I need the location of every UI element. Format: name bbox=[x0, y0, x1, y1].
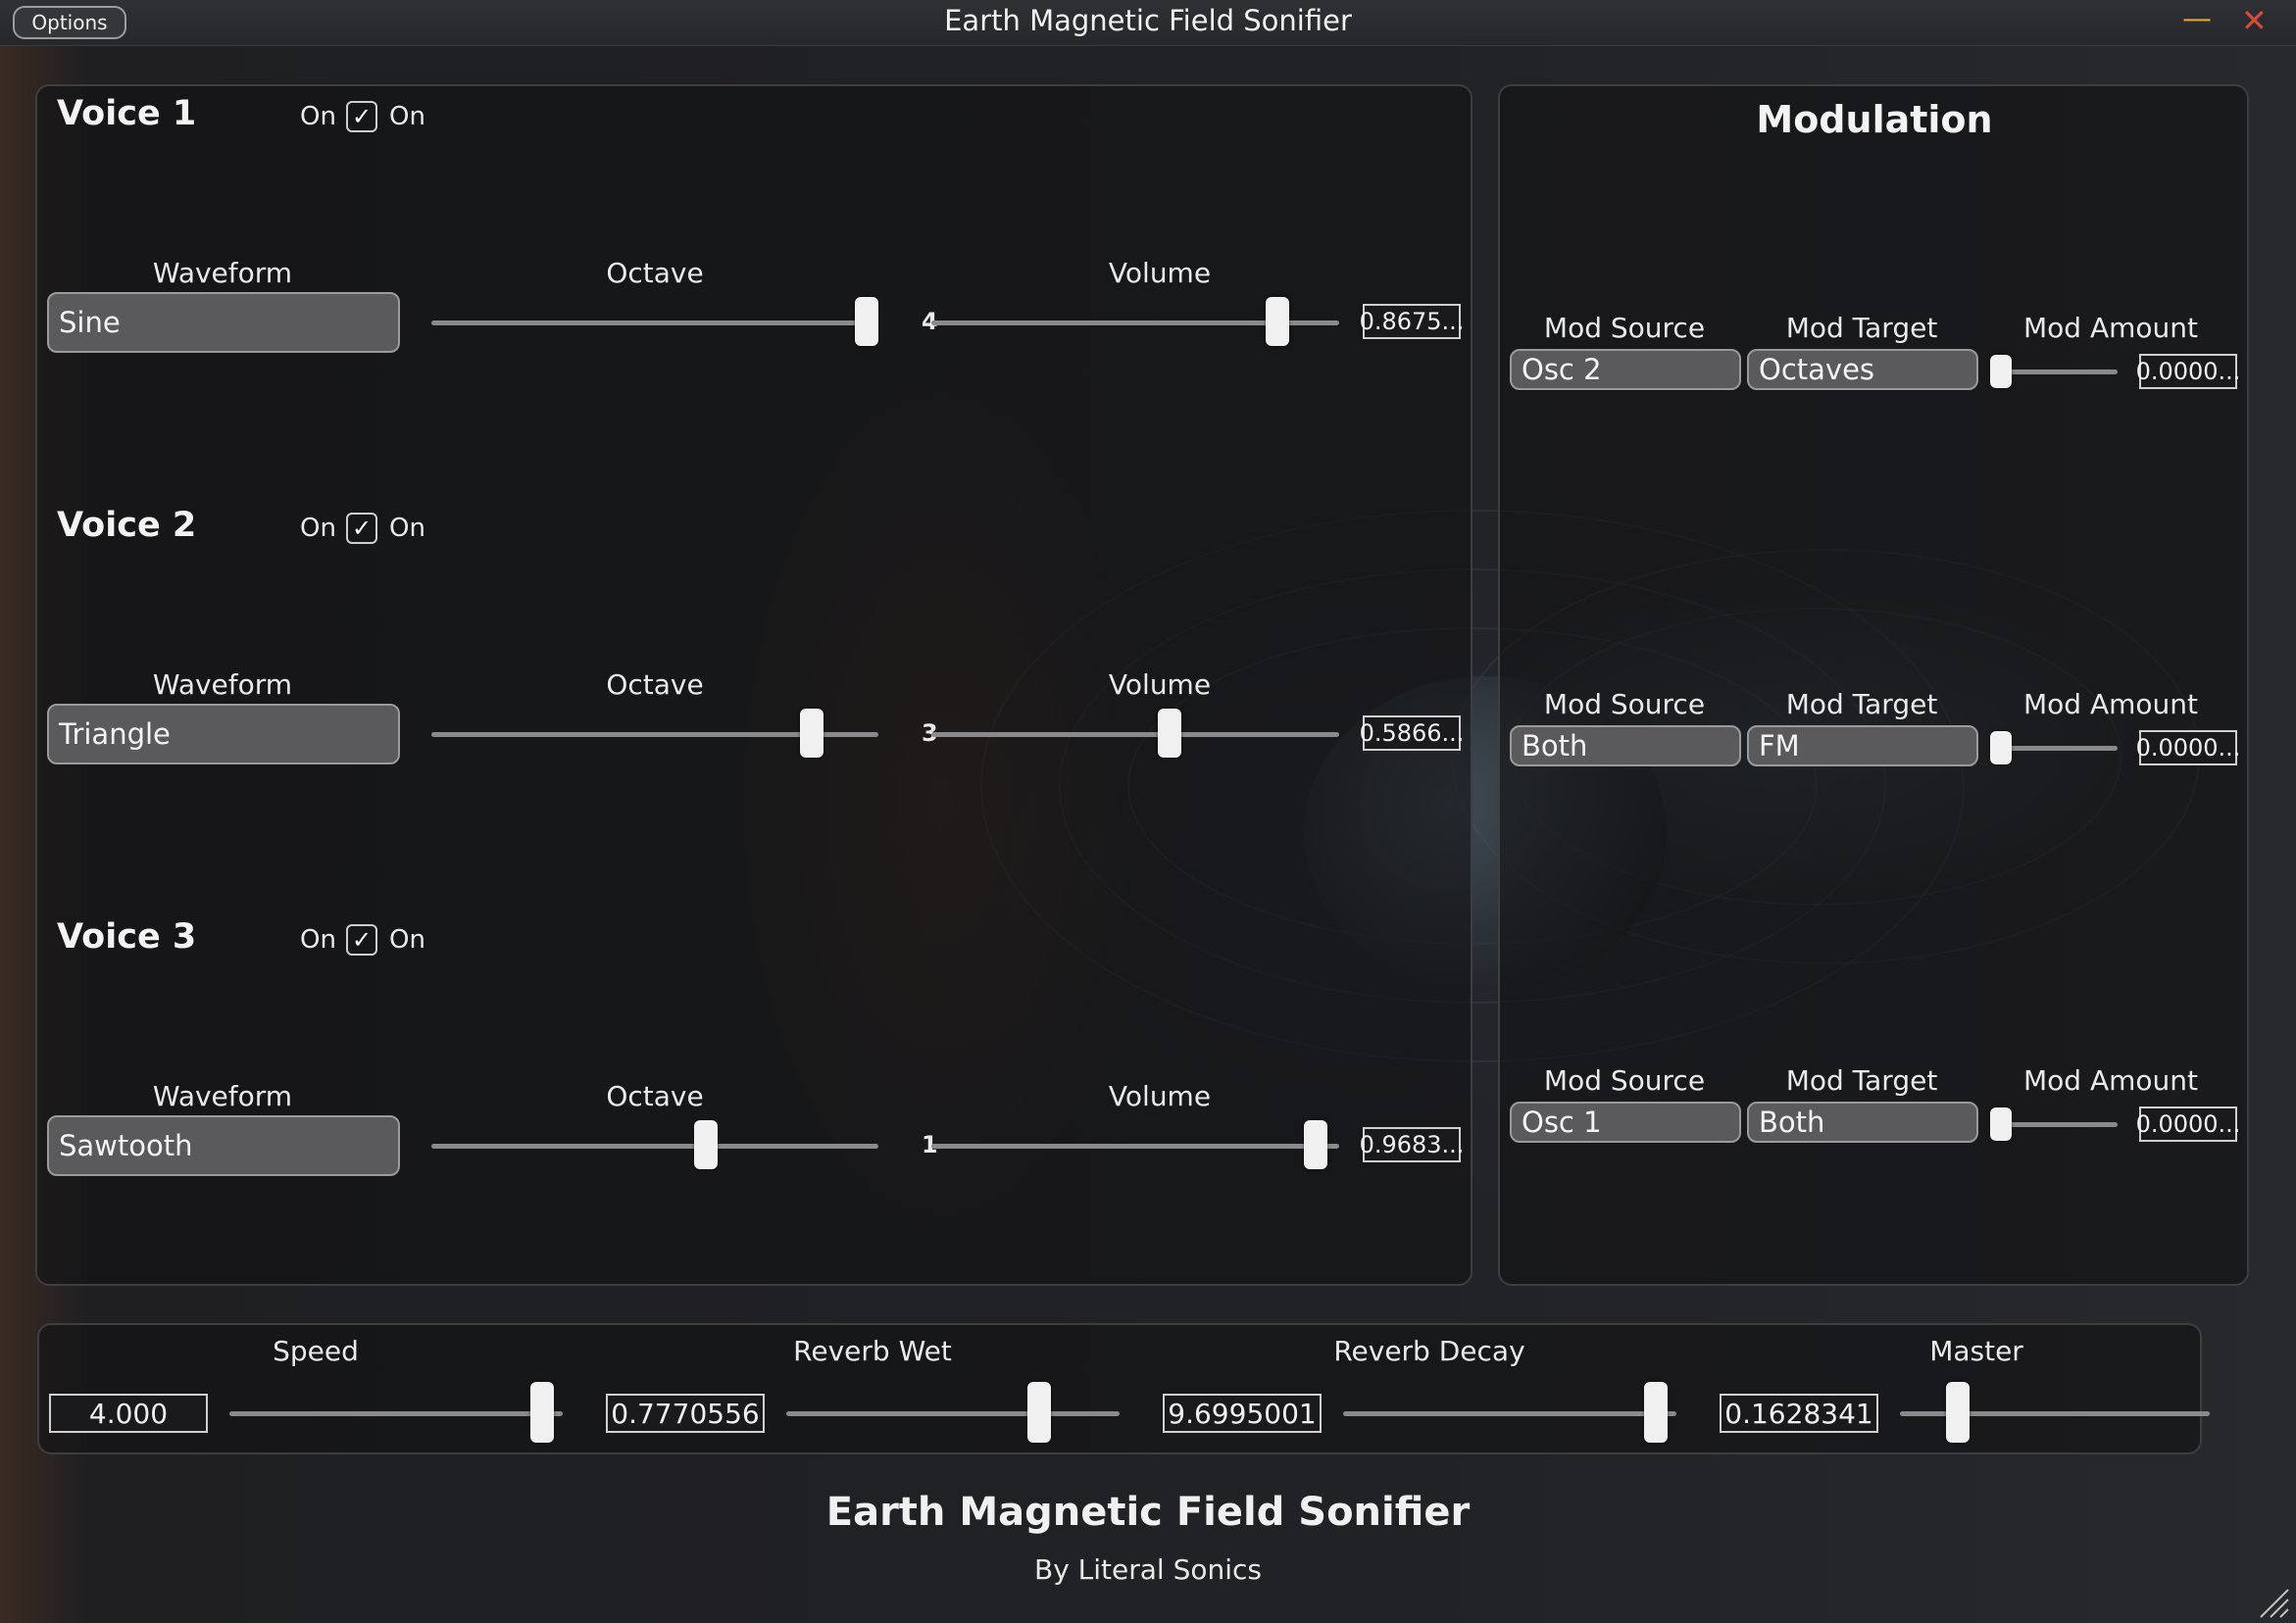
mod-source-label: Mod Source bbox=[1543, 688, 1706, 720]
global-control-slider-thumb[interactable] bbox=[1643, 1382, 1668, 1443]
mod-amount-slider-thumb[interactable] bbox=[1990, 731, 2012, 764]
waveform-label: Waveform bbox=[152, 1080, 293, 1112]
mod-source-select[interactable]: Osc 2 bbox=[1510, 349, 1741, 390]
waveform-select[interactable]: Triangle bbox=[47, 704, 400, 764]
volume-label: Volume bbox=[1108, 668, 1212, 701]
mod-amount-label: Mod Amount bbox=[2023, 688, 2198, 720]
mod-source-select[interactable]: Both bbox=[1510, 725, 1741, 766]
voice-enable-checkbox[interactable]: ✓ bbox=[346, 513, 377, 544]
octave-slider-thumb[interactable] bbox=[855, 297, 878, 346]
mod-amount-label: Mod Amount bbox=[2023, 1064, 2198, 1097]
global-control-value-field[interactable]: 0.1628341 bbox=[1720, 1394, 1878, 1433]
volume-slider-thumb[interactable] bbox=[1158, 709, 1182, 758]
window-title: Earth Magnetic Field Sonifier bbox=[944, 4, 1352, 37]
mod-amount-slider-thumb[interactable] bbox=[1990, 1107, 2012, 1141]
global-control-slider-thumb[interactable] bbox=[1027, 1382, 1052, 1443]
global-control-label: Speed bbox=[273, 1335, 359, 1367]
global-control-value-field[interactable]: 4.000 bbox=[49, 1394, 208, 1433]
octave-slider-track[interactable] bbox=[431, 1144, 878, 1149]
global-control-slider-track[interactable] bbox=[229, 1411, 563, 1416]
volume-slider-track[interactable] bbox=[931, 732, 1339, 737]
octave-label: Octave bbox=[606, 1080, 704, 1112]
voice-title: Voice 1 bbox=[57, 94, 197, 133]
global-control-label: Reverb Wet bbox=[793, 1335, 952, 1367]
mod-target-select[interactable]: Both bbox=[1747, 1102, 1978, 1143]
global-control-label: Master bbox=[1929, 1335, 2023, 1367]
voice-title: Voice 3 bbox=[57, 917, 197, 957]
volume-slider-thumb[interactable] bbox=[1304, 1120, 1328, 1169]
voice-enable-checkbox[interactable]: ✓ bbox=[346, 924, 377, 956]
mod-amount-value-field[interactable]: 0.0000... bbox=[2136, 730, 2240, 765]
footer-title: Earth Magnetic Field Sonifier bbox=[825, 1490, 1471, 1535]
octave-label: Octave bbox=[606, 257, 704, 289]
mod-amount-value-field[interactable]: 0.0000... bbox=[2136, 354, 2240, 389]
voice-on-label: On bbox=[300, 925, 336, 955]
volume-value-field[interactable]: 0.9683... bbox=[1360, 1127, 1464, 1162]
mod-amount-label: Mod Amount bbox=[2023, 312, 2198, 344]
mod-target-select[interactable]: Octaves bbox=[1747, 349, 1978, 390]
volume-label: Volume bbox=[1108, 1080, 1212, 1112]
mod-source-select[interactable]: Osc 1 bbox=[1510, 1102, 1741, 1143]
close-icon[interactable]: ✕ bbox=[2241, 2, 2268, 39]
voice-on-label: On bbox=[300, 102, 336, 131]
global-control-value-field[interactable]: 9.6995001 bbox=[1163, 1394, 1322, 1433]
global-control-slider-thumb[interactable] bbox=[1945, 1382, 1970, 1443]
global-control-label: Reverb Decay bbox=[1333, 1335, 1525, 1367]
voice-on-label: On bbox=[389, 102, 425, 131]
voice-on-label: On bbox=[389, 925, 425, 955]
voice-on-label: On bbox=[389, 514, 425, 543]
volume-slider-thumb[interactable] bbox=[1266, 297, 1290, 346]
mod-source-label: Mod Source bbox=[1543, 1064, 1706, 1097]
volume-value-field[interactable]: 0.5866... bbox=[1360, 715, 1464, 751]
waveform-select[interactable]: Sine bbox=[47, 292, 400, 353]
volume-label: Volume bbox=[1108, 257, 1212, 289]
mod-amount-slider-thumb[interactable] bbox=[1990, 355, 2012, 388]
global-control-slider-track[interactable] bbox=[786, 1411, 1120, 1416]
footer-subtitle: By Literal Sonics bbox=[1033, 1553, 1263, 1586]
resize-grip-icon[interactable] bbox=[2251, 1580, 2290, 1619]
waveform-label: Waveform bbox=[152, 668, 293, 701]
octave-slider-thumb[interactable] bbox=[693, 1120, 718, 1169]
global-control-slider-track[interactable] bbox=[1343, 1411, 1676, 1416]
global-control-slider-thumb[interactable] bbox=[529, 1382, 554, 1443]
global-control-value-field[interactable]: 0.7770556 bbox=[606, 1394, 765, 1433]
mod-target-select[interactable]: FM bbox=[1747, 725, 1978, 766]
voice-on-label: On bbox=[300, 514, 336, 543]
voice-title: Voice 2 bbox=[57, 506, 197, 545]
octave-label: Octave bbox=[606, 668, 704, 701]
title-bar: Options Earth Magnetic Field Sonifier — … bbox=[0, 0, 2296, 46]
mod-amount-value-field[interactable]: 0.0000... bbox=[2136, 1107, 2240, 1142]
volume-value-field[interactable]: 0.8675... bbox=[1360, 304, 1464, 339]
modulation-title: Modulation bbox=[1756, 98, 1993, 141]
mod-source-label: Mod Source bbox=[1543, 312, 1706, 344]
mod-target-label: Mod Target bbox=[1785, 688, 1938, 720]
mod-target-label: Mod Target bbox=[1785, 312, 1938, 344]
octave-slider-track[interactable] bbox=[431, 320, 878, 325]
minimize-icon[interactable]: — bbox=[2182, 2, 2212, 36]
waveform-select[interactable]: Sawtooth bbox=[47, 1115, 400, 1176]
waveform-label: Waveform bbox=[152, 257, 293, 289]
volume-slider-track[interactable] bbox=[931, 1144, 1339, 1149]
octave-slider-thumb[interactable] bbox=[799, 709, 824, 758]
voice-enable-checkbox[interactable]: ✓ bbox=[346, 101, 377, 132]
mod-target-label: Mod Target bbox=[1785, 1064, 1938, 1097]
